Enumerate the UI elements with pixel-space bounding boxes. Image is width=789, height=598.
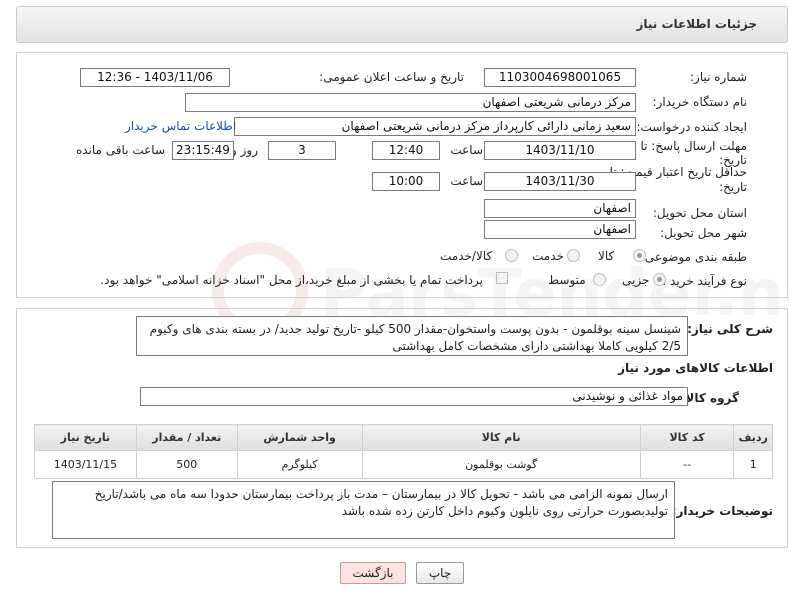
reply-deadline-label: مهلت ارسال پاسخ: تا [640, 139, 747, 153]
col-item-code: کد کالا [639, 424, 735, 451]
goods-section-title: اطلاعات کالاهای مورد نیاز [618, 361, 773, 375]
remaining-time-label: ساعت باقی مانده [75, 143, 165, 157]
category-goods-service-label: کالا/خدمت [440, 249, 493, 263]
announce-datetime-label: تاریخ و ساعت اعلان عمومی: [319, 70, 464, 84]
table-row: 1 -- گوشت بوقلمون کیلوگرم 500 1403/11/15 [34, 450, 773, 479]
delivery-city-field: اصفهان [484, 220, 636, 239]
remaining-days-field: 3 [268, 141, 336, 160]
process-type-label: نوع فرآیند خرید : [662, 274, 747, 288]
category-service-radio[interactable] [567, 249, 580, 262]
goods-table-header: ردیف کد کالا نام کالا واحد شمارش تعداد /… [34, 424, 773, 451]
need-date-cell: 1403/11/15 [34, 450, 137, 479]
reply-time-label: ساعت [450, 143, 483, 157]
buyer-notes-field: ارسال نمونه الزامی می باشد - تحویل کالا … [52, 481, 675, 539]
page-header: جزئیات اطلاعات نیاز [16, 6, 788, 43]
category-label: طبقه بندی موضوعی: [640, 250, 747, 264]
unit-cell: کیلوگرم [236, 450, 363, 479]
buyer-contact-link[interactable]: اطلاعات تماس خریدار [125, 119, 236, 133]
price-validity-date-label: تاریخ: [719, 180, 747, 194]
category-goods-label: کالا [598, 249, 615, 263]
process-partial-radio[interactable] [653, 273, 666, 286]
category-goods-radio[interactable] [633, 249, 646, 262]
buyer-org-field: مرکز درمانی شریعتی اصفهان [185, 93, 636, 112]
col-row-number: ردیف [733, 424, 773, 451]
description-label: شرح کلی نیاز: [687, 322, 773, 336]
delivery-province-field: اصفهان [484, 199, 636, 218]
col-quantity: تعداد / مقدار [135, 424, 238, 451]
need-number-field: 1103004698001065 [484, 68, 636, 87]
quantity-cell: 500 [135, 450, 238, 479]
item-code-cell: -- [639, 450, 735, 479]
buyer-notes-label: توضیحات خریدار: [671, 504, 773, 518]
goods-group-field: مواد غذائی و نوشیدنی [140, 387, 688, 406]
print-button[interactable]: چاپ [416, 562, 464, 584]
reply-time-field: 12:40 [372, 141, 440, 160]
page-title: جزئیات اطلاعات نیاز [636, 17, 757, 31]
description-field: شینسل سینه بوقلمون - بدون پوست واستخوان-… [136, 316, 688, 356]
price-validity-time-field: 10:00 [372, 172, 440, 191]
price-validity-time-label: ساعت [450, 174, 483, 188]
goods-table: ردیف کد کالا نام کالا واحد شمارش تعداد /… [34, 424, 773, 479]
reply-deadline-date-field: 1403/11/10 [484, 141, 636, 160]
process-medium-radio[interactable] [593, 273, 606, 286]
price-validity-date-field: 1403/11/30 [484, 172, 636, 191]
delivery-city-label: شهر محل تحویل: [660, 226, 747, 240]
buyer-org-label: نام دستگاه خریدار: [652, 95, 748, 109]
remaining-time-field: 23:15:49 [172, 141, 234, 160]
requester-field: سعید زمانی دارائی کارپرداز مرکز درمانی ش… [234, 117, 636, 136]
col-need-date: تاریخ نیاز [34, 424, 137, 451]
days-label: روز و [231, 143, 258, 157]
need-number-label: شماره نیاز: [690, 70, 747, 84]
treasury-payment-checkbox[interactable] [496, 272, 508, 284]
row-number-cell: 1 [733, 450, 773, 479]
process-medium-label: متوسط [548, 273, 586, 287]
process-partial-label: جزیی [622, 273, 650, 287]
item-name-cell: گوشت بوقلمون [361, 450, 641, 479]
goods-group-label: گروه کالا: [680, 391, 739, 405]
category-goods-service-radio[interactable] [505, 249, 518, 262]
delivery-province-label: استان محل تحویل: [652, 206, 747, 220]
back-button[interactable]: بازگشت [340, 562, 406, 584]
requester-label: ایجاد کننده درخواست: [636, 120, 747, 134]
treasury-payment-note: پرداخت تمام یا بخشی از مبلغ خرید،از محل … [100, 273, 483, 287]
col-unit: واحد شمارش [236, 424, 363, 451]
announce-datetime-field: 1403/11/06 - 12:36 [80, 68, 230, 87]
category-service-label: خدمت [532, 249, 564, 263]
col-item-name: نام کالا [361, 424, 641, 451]
